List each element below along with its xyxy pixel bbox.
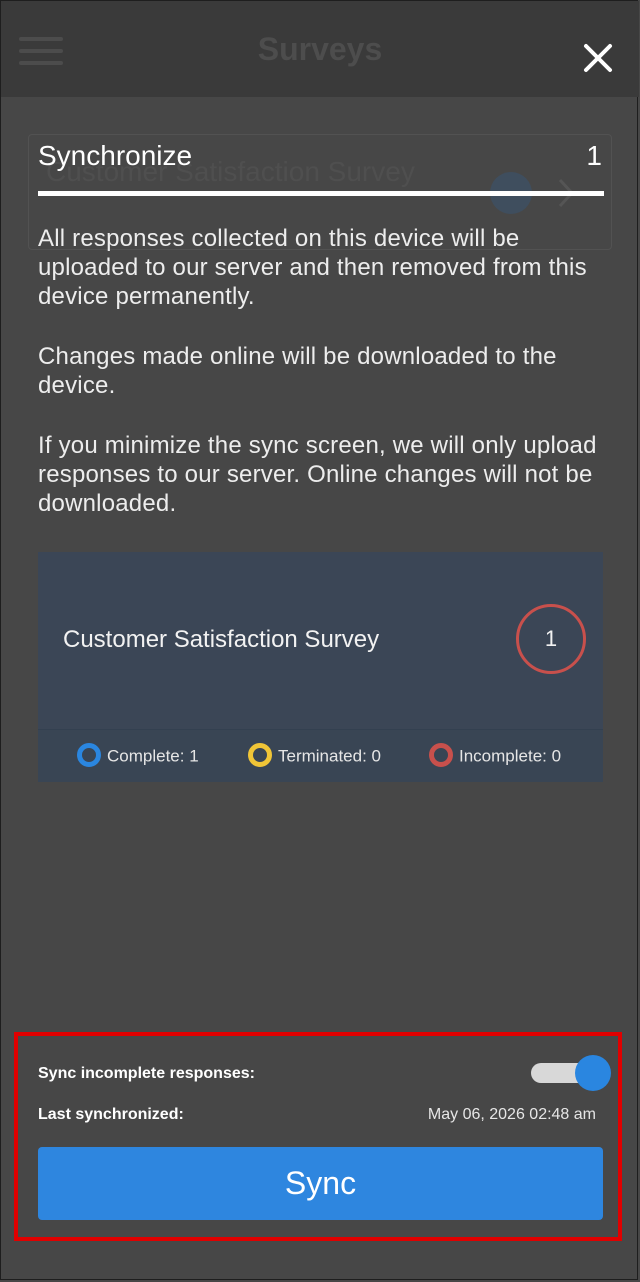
sync-heading: Synchronize 1 (38, 140, 604, 196)
sync-incomplete-label: Sync incomplete responses: (38, 1065, 255, 1082)
survey-name: Customer Satisfaction Survey (63, 626, 380, 653)
status-legend: Complete: 1 Terminated: 0 Incomplete: 0 (38, 729, 603, 782)
sync-incomplete-toggle[interactable] (531, 1055, 611, 1091)
app-header: Surveys (1, 1, 639, 97)
legend-incomplete-label: Incomplete: 0 (459, 746, 562, 766)
sync-description-upload: All responses collected on this device w… (38, 225, 587, 310)
sync-description-download: Changes made online will be downloaded t… (38, 343, 557, 399)
legend-incomplete: Incomplete: 0 (429, 743, 562, 769)
terminated-ring-icon (248, 743, 272, 767)
survey-response-count: 1 (516, 604, 586, 674)
last-synchronized-label: Last synchronized: (38, 1106, 184, 1123)
sync-count: 1 (586, 140, 602, 171)
legend-complete-label: Complete: 1 (107, 746, 199, 766)
legend-terminated-label: Terminated: 0 (278, 746, 381, 766)
sync-button[interactable]: Sync (38, 1147, 603, 1220)
sync-description-minimize: If you minimize the sync screen, we will… (38, 432, 597, 517)
legend-complete: Complete: 1 (77, 743, 199, 769)
close-icon[interactable] (580, 40, 616, 76)
incomplete-ring-icon (429, 743, 453, 767)
sync-title: Synchronize (38, 140, 193, 171)
last-synchronized-value: May 06, 2026 02:48 am (427, 1106, 596, 1123)
survey-summary-card: Customer Satisfaction Survey 1 Complete:… (38, 552, 603, 782)
legend-terminated: Terminated: 0 (248, 743, 381, 769)
toggle-knob (575, 1055, 611, 1091)
complete-ring-icon (77, 743, 101, 767)
app-title: Surveys (257, 31, 383, 67)
